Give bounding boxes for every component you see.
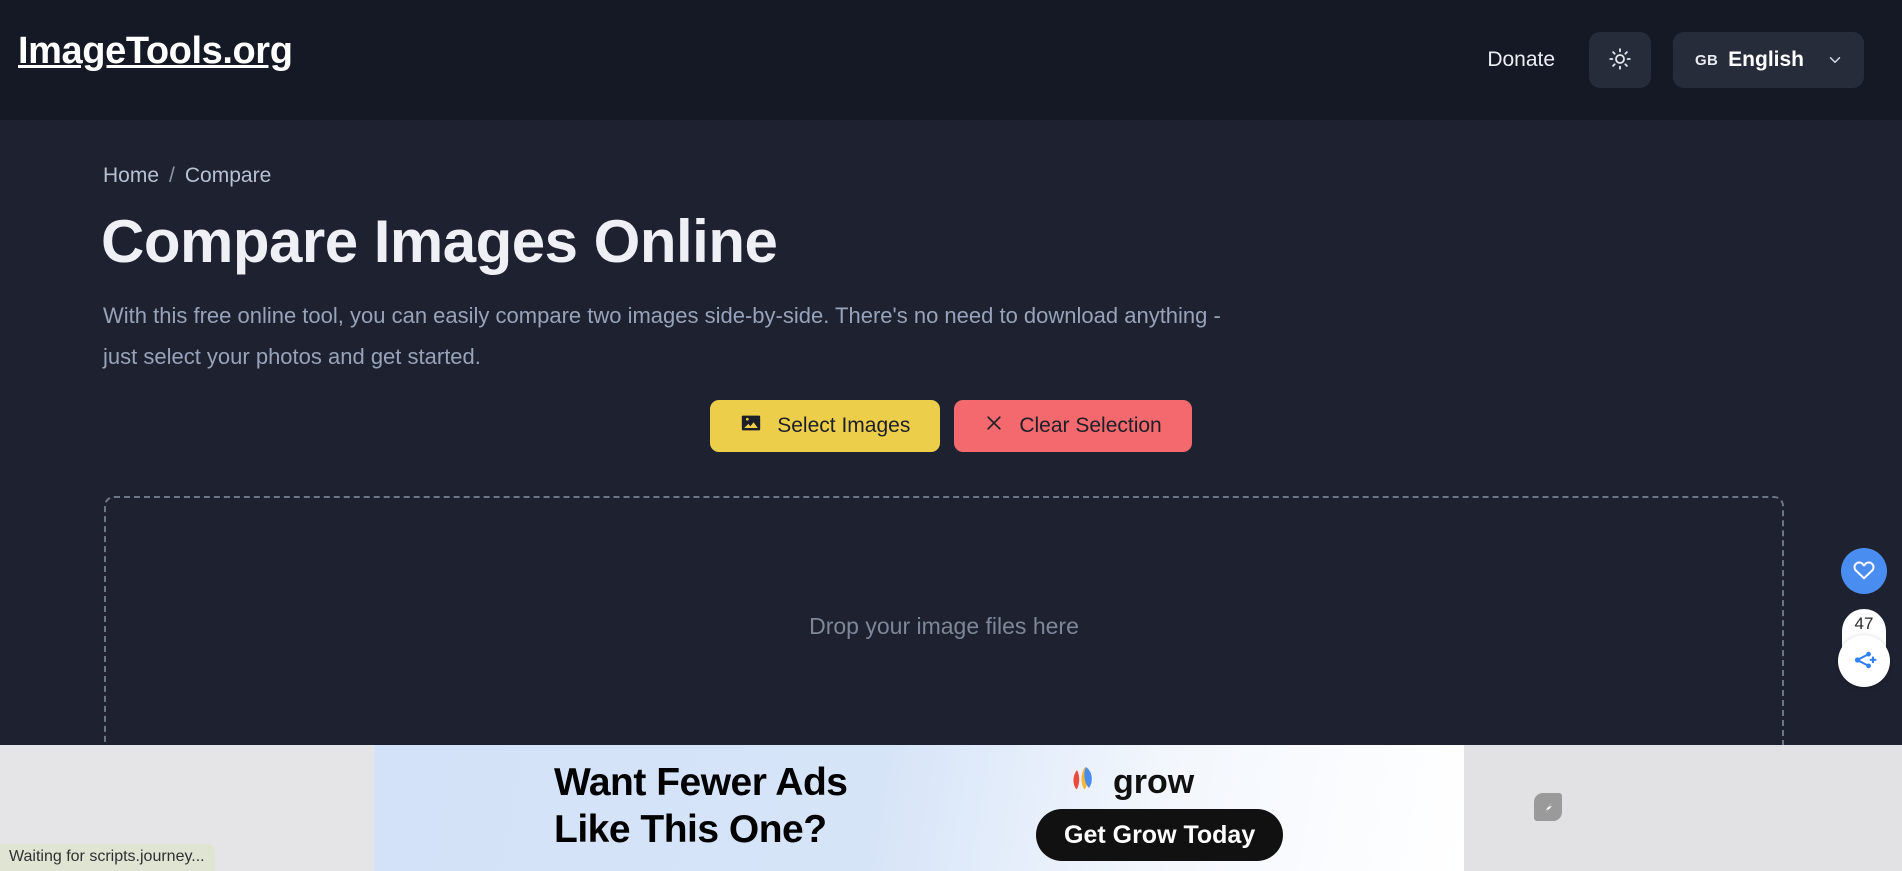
language-selector[interactable]: GB English — [1673, 32, 1864, 88]
header-actions: Donate GB English — [1475, 0, 1864, 120]
page-title: Compare Images Online — [101, 208, 778, 275]
ad-cta-button[interactable]: Get Grow Today — [1036, 809, 1284, 861]
ad-headline-line1: Want Fewer Ads — [554, 761, 848, 804]
select-images-button[interactable]: Select Images — [710, 400, 941, 452]
ad-brand-logo: grow — [1064, 759, 1194, 806]
heart-icon — [1852, 558, 1876, 585]
page-description: With this free online tool, you can easi… — [103, 303, 1221, 369]
site-header: ImageTools.org Donate GB English — [0, 0, 1902, 120]
chevron-down-icon — [1826, 51, 1844, 69]
share-plus-icon — [1851, 647, 1877, 676]
ad-gutter-right — [1464, 745, 1902, 871]
select-images-label: Select Images — [777, 414, 911, 437]
share-button[interactable] — [1838, 635, 1890, 687]
ad-choices-icon[interactable] — [1534, 793, 1562, 821]
clear-selection-button[interactable]: Clear Selection — [954, 400, 1192, 452]
status-bar: Waiting for scripts.journey... — [0, 844, 215, 871]
floating-side-widgets: 47 — [1838, 548, 1890, 687]
share-widget: 47 — [1838, 609, 1890, 687]
bottom-ad-strip: Want Fewer Ads Like This One? grow Get G… — [0, 745, 1902, 871]
theme-toggle-button[interactable] — [1589, 32, 1652, 88]
clear-selection-label: Clear Selection — [1019, 414, 1162, 437]
breadcrumb-current: Compare — [184, 164, 272, 187]
ad-headline-line2: Like This One? — [554, 808, 827, 851]
image-dropzone[interactable]: Drop your image files here — [104, 496, 1784, 756]
close-x-icon — [984, 413, 1004, 439]
ad-brand-name: grow — [1113, 763, 1195, 801]
grow-leaves-icon — [1064, 759, 1106, 806]
ad-headline: Want Fewer Ads Like This One? — [554, 759, 848, 853]
donate-link[interactable]: Donate — [1475, 42, 1567, 78]
action-buttons: Select Images Clear Selection — [0, 400, 1902, 452]
ad-banner[interactable]: Want Fewer Ads Like This One? grow Get G… — [374, 745, 1464, 871]
language-name: English — [1728, 48, 1804, 71]
favorite-button[interactable] — [1841, 548, 1887, 594]
site-logo[interactable]: ImageTools.org — [18, 30, 293, 73]
language-country-code: GB — [1695, 51, 1719, 69]
dropzone-label: Drop your image files here — [809, 612, 1079, 639]
sun-icon — [1608, 47, 1632, 74]
image-icon — [740, 412, 762, 440]
breadcrumb-home[interactable]: Home — [103, 164, 159, 188]
breadcrumb-separator: / — [169, 164, 175, 187]
breadcrumb: Home / Compare — [103, 164, 271, 188]
